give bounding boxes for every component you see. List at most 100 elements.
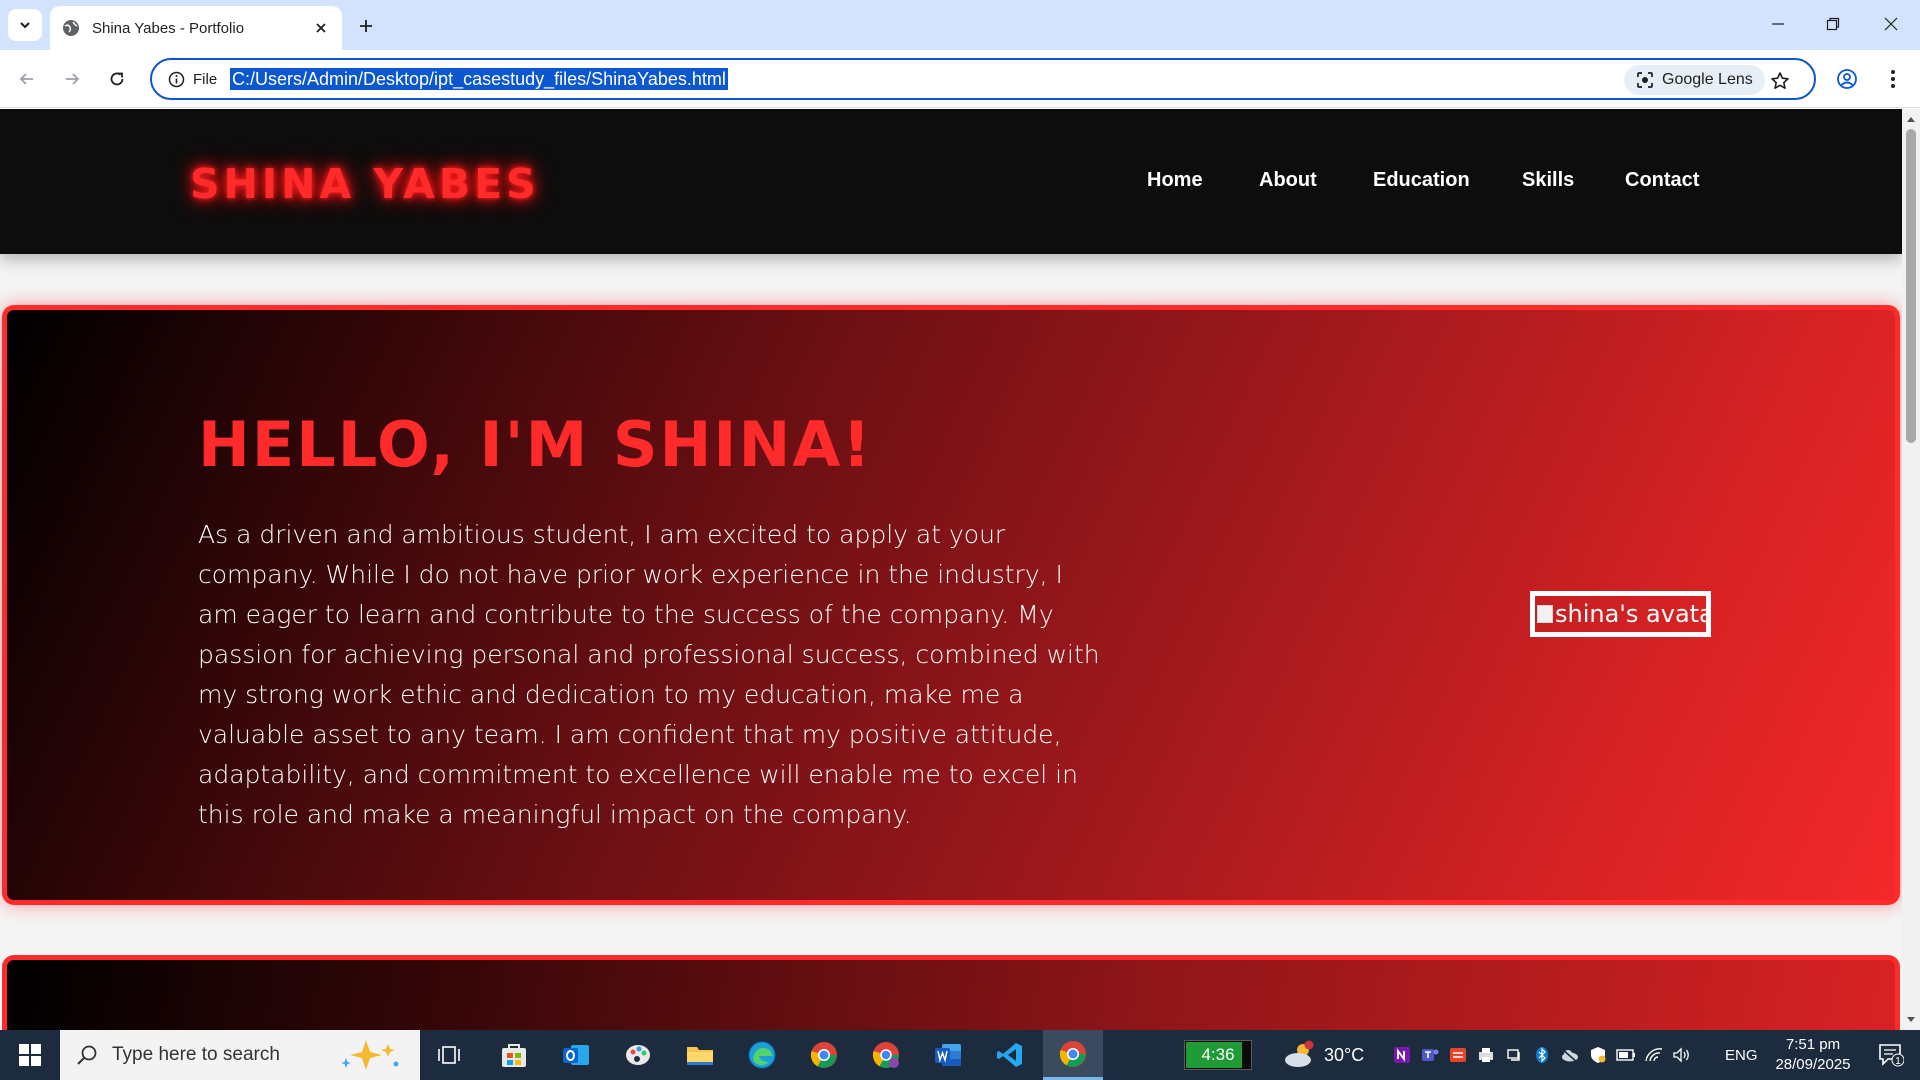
display-tray[interactable] [1500,1030,1528,1080]
close-tab-icon[interactable] [312,19,330,37]
start-button[interactable] [0,1030,60,1080]
search-placeholder: Type here to search [112,1044,280,1065]
palette-icon [626,1045,650,1065]
avatar-alt-text: shina's avatar [1555,600,1706,628]
language-indicator[interactable]: ENG [1725,1030,1758,1080]
volume-tray[interactable] [1668,1030,1696,1080]
notification-button[interactable]: 1 [1862,1030,1920,1080]
store-icon [502,1044,526,1067]
google-lens-button[interactable]: Google Lens [1624,65,1765,95]
scroll-thumb[interactable] [1906,129,1916,443]
windows-icon [19,1044,41,1066]
security-tray[interactable] [1584,1030,1612,1080]
notification-icon: 1 [1879,1044,1904,1067]
hero-title: HELLO, I'M SHINA! [198,408,873,481]
bookmark-button[interactable] [1766,67,1794,95]
teams-tray[interactable] [1416,1030,1444,1080]
hero-section: HELLO, I'M SHINA! As a driven and ambiti… [2,305,1900,905]
page-viewport: SHINA YABES Home About Education Skills … [0,109,1902,1030]
menu-button[interactable] [1876,62,1910,96]
site-info-button[interactable]: File [160,66,225,92]
info-icon [168,71,185,87]
tab-search-button[interactable] [8,9,42,41]
reload-button[interactable] [100,62,134,96]
onenote-tray[interactable] [1388,1030,1416,1080]
task-view-icon [438,1046,460,1064]
folder-icon [687,1047,713,1065]
paint-app[interactable] [609,1030,667,1080]
sparkle-icon [340,1040,399,1070]
browser-tab[interactable]: Shina Yabes - Portfolio [50,6,342,50]
triangle-up-icon [1907,117,1915,122]
battery-icon [1616,1049,1635,1061]
url-text[interactable]: C:/Users/Admin/Desktop/ipt_casestudy_fil… [230,68,728,90]
battery-time: 4:36 [1201,1045,1235,1064]
address-bar[interactable]: File C:/Users/Admin/Desktop/ipt_casestud… [150,58,1816,100]
google-lens-label: Google Lens [1662,71,1753,88]
forward-button[interactable] [55,62,89,96]
new-tab-button[interactable] [352,12,380,40]
bluetooth-icon [1536,1047,1548,1063]
minimize-icon [1772,23,1784,25]
restore-icon [1826,17,1840,31]
teams-icon [1422,1049,1439,1061]
clock-time: 7:51 pm [1785,1036,1841,1053]
onedrive-tray[interactable] [1556,1030,1584,1080]
taskbar-clock[interactable]: 7:51 pm 28/09/2025 [1768,1035,1858,1075]
nav-education[interactable]: Education [1373,169,1470,192]
outlook-app[interactable] [547,1030,605,1080]
vscode-app[interactable] [981,1030,1039,1080]
minimize-button[interactable] [1755,6,1801,42]
onenote-icon [1394,1047,1410,1063]
weather-temp: 30°C [1324,1044,1365,1065]
profile-button[interactable] [1830,62,1864,96]
word-app[interactable] [919,1030,977,1080]
edge-app[interactable] [733,1030,791,1080]
battery-tray[interactable] [1612,1030,1640,1080]
taskbar: Type here to search 4:36 30°C ENG 7:51 p… [0,1030,1920,1080]
restore-button[interactable] [1810,6,1856,42]
nav-contact[interactable]: Contact [1625,169,1699,192]
edge-icon [748,1041,776,1069]
back-button[interactable] [10,62,44,96]
scroll-down-arrow[interactable] [1902,1012,1920,1028]
close-icon [1884,17,1898,31]
nav-skills[interactable]: Skills [1522,169,1574,192]
display-icon [1507,1049,1520,1061]
browser-tab-bar: Shina Yabes - Portfolio [0,0,1920,50]
file-explorer-app[interactable] [671,1030,729,1080]
site-header: SHINA YABES Home About Education Skills … [0,109,1902,254]
task-view-button[interactable] [420,1030,478,1080]
bluetooth-tray[interactable] [1528,1030,1556,1080]
chrome-icon [1059,1040,1086,1067]
printer-tray[interactable] [1472,1030,1500,1080]
cloud-sync-icon [1561,1048,1579,1064]
nav-about[interactable]: About [1259,169,1317,192]
volume-icon [1673,1047,1689,1063]
chrome-icon [810,1042,837,1068]
wifi-icon [1645,1048,1663,1062]
chrome-profile-icon [872,1042,899,1068]
close-window-button[interactable] [1868,6,1914,42]
store-app[interactable] [485,1030,543,1080]
reload-icon [110,72,124,86]
wifi-tray[interactable] [1640,1030,1668,1080]
taskbar-search[interactable]: Type here to search [60,1030,420,1080]
chrome-profile-app[interactable] [857,1030,915,1080]
nav-home[interactable]: Home [1147,169,1203,192]
app-tray-red[interactable] [1444,1030,1472,1080]
scrollbar[interactable] [1902,109,1920,1030]
battery-widget[interactable]: 4:36 [1184,1040,1252,1070]
plus-icon [360,20,372,32]
printer-icon [1479,1048,1493,1062]
system-tray [1388,1030,1696,1080]
word-icon [935,1044,961,1066]
chrome-active-app[interactable] [1043,1030,1103,1080]
scroll-up-arrow[interactable] [1902,111,1920,127]
tab-title: Shina Yabes - Portfolio [92,19,245,37]
star-icon [1771,72,1789,89]
site-nav: Home About Education Skills Contact [0,169,1902,195]
browser-toolbar: File C:/Users/Admin/Desktop/ipt_casestud… [0,50,1920,108]
weather-widget[interactable]: 30°C [1282,1030,1364,1080]
chrome-app[interactable] [795,1030,853,1080]
